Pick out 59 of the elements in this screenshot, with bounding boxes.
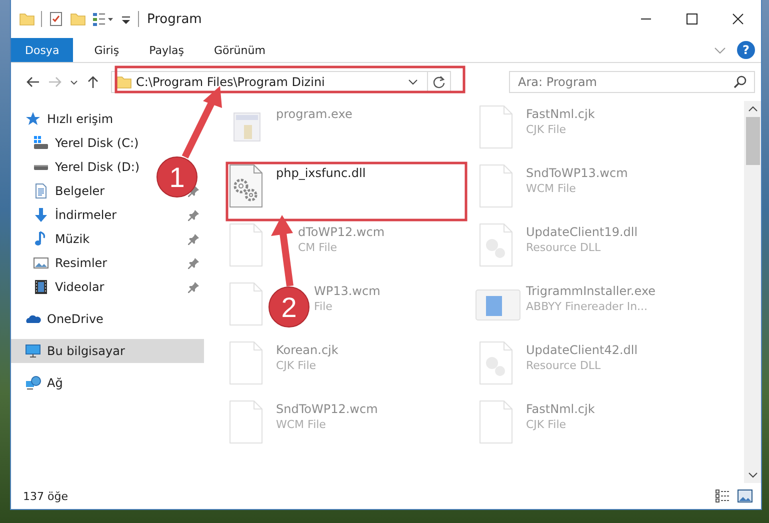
sidebar-item[interactable]: Resimler	[55, 256, 108, 270]
properties-icon[interactable]	[48, 11, 64, 27]
star-icon	[25, 111, 41, 127]
details-view-icon[interactable]	[715, 489, 731, 503]
ribbon-tab[interactable]: Paylaş	[138, 38, 195, 62]
window-title: Program	[147, 12, 202, 26]
step-marker: 2	[268, 286, 310, 328]
maximize-icon	[686, 13, 698, 25]
file-type: ABBYY Finereader In...	[526, 300, 649, 313]
sidebar-item[interactable]: Yerel Disk (C:)	[55, 136, 139, 150]
sidebar-item[interactable]: Yerel Disk (D:)	[55, 160, 140, 174]
new-folder-icon[interactable]	[70, 11, 86, 27]
file-type: Resource DLL	[526, 359, 602, 372]
scroll-thumb[interactable]	[746, 117, 760, 165]
file-type: WCM File	[526, 182, 577, 195]
scrollbar[interactable]	[744, 101, 761, 483]
close-icon	[732, 13, 744, 25]
sidebar-item[interactable]: OneDrive	[47, 312, 104, 326]
scroll-up-icon[interactable]	[748, 105, 758, 113]
pointer-arrow	[271, 215, 294, 286]
document-icon	[33, 183, 49, 199]
file-type: CM File	[298, 241, 338, 254]
large-icons-view-icon[interactable]	[737, 489, 753, 503]
sidebar-item[interactable]: Hızlı erişim	[47, 112, 114, 126]
film-icon	[33, 279, 49, 295]
file-type: CJK File	[276, 359, 318, 372]
sidebar-item[interactable]: Bu bilgisayar	[11, 339, 204, 363]
scroll-down-icon[interactable]	[748, 471, 758, 479]
drive-icon	[33, 135, 49, 151]
ribbon-tab[interactable]: Giriş	[83, 38, 130, 62]
file-type: CJK File	[526, 418, 568, 431]
file-type: File	[314, 300, 334, 313]
file-menu-tab[interactable]: Dosya	[11, 38, 74, 62]
picture-icon	[33, 255, 49, 271]
refresh-icon	[432, 75, 446, 89]
file-type: Resource DLL	[526, 241, 602, 254]
drive-icon	[33, 165, 49, 170]
view-options-icon[interactable]	[92, 11, 114, 27]
step-marker: 1	[156, 156, 198, 198]
search-field[interactable]: Ara: Program	[509, 71, 755, 93]
file-type: WCM File	[276, 418, 327, 431]
network-icon	[25, 375, 41, 391]
sidebar-item[interactable]: Ağ	[47, 376, 63, 390]
address-field[interactable]: C:\Program Files\Program Dizini	[111, 71, 451, 93]
sidebar-item[interactable]: Videolar	[55, 280, 104, 294]
folder-icon[interactable]	[19, 11, 35, 27]
item-count: 137 öğe	[23, 490, 68, 502]
ribbon-tab[interactable]: Görünüm	[203, 38, 276, 62]
file-type: CJK File	[526, 123, 568, 136]
search-icon	[733, 75, 747, 89]
sidebar-item[interactable]: İndirmeler	[55, 208, 117, 222]
address-path: C:\Program Files\Program Dizini	[136, 75, 326, 89]
monitor-icon	[25, 343, 41, 359]
help-button[interactable]: ?	[737, 41, 755, 59]
sidebar-item[interactable]: Belgeler	[55, 184, 105, 198]
sidebar-item[interactable]: Müzik	[55, 232, 90, 246]
file-name[interactable]: php_ixsfunc.dll	[276, 166, 366, 180]
folder-icon	[116, 74, 132, 90]
down-arrow-icon	[33, 207, 49, 223]
